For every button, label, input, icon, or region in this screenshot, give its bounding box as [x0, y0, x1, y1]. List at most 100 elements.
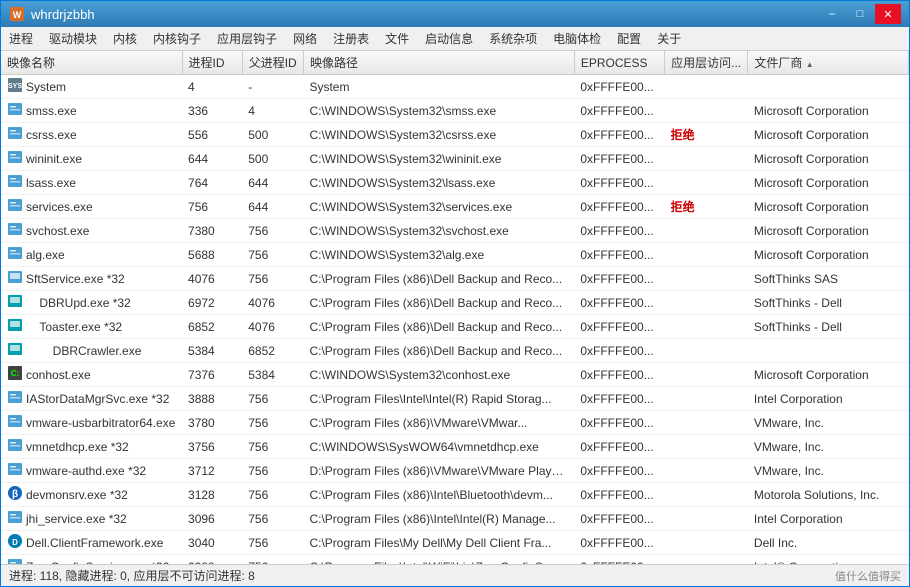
cell-pid: 3096: [182, 507, 242, 531]
process-name: vmware-usbarbitrator64.exe: [26, 416, 175, 430]
cell-ppid: 4076: [242, 291, 303, 315]
menu-item-6[interactable]: 注册表: [325, 27, 377, 50]
menu-item-10[interactable]: 电脑体检: [545, 27, 609, 50]
menu-item-11[interactable]: 配置: [609, 27, 649, 50]
table-row[interactable]: svchost.exe 7380 756 C:\WINDOWS\System32…: [1, 219, 909, 243]
cell-pid: 7380: [182, 219, 242, 243]
cell-pid: 4076: [182, 267, 242, 291]
table-row[interactable]: services.exe 756 644 C:\WINDOWS\System32…: [1, 195, 909, 219]
process-name: alg.exe: [26, 248, 65, 262]
process-icon: [7, 509, 23, 528]
table-row[interactable]: smss.exe 336 4 C:\WINDOWS\System32\smss.…: [1, 99, 909, 123]
menu-item-5[interactable]: 网络: [285, 27, 325, 50]
table-row[interactable]: β devmonsrv.exe *32 3128 756 C:\Program …: [1, 483, 909, 507]
table-row[interactable]: ZeroConfigService.exe *32 2988 756 C:\Pr…: [1, 555, 909, 565]
process-icon: SYS: [7, 77, 23, 96]
menu-item-12[interactable]: 关于: [649, 27, 689, 50]
cell-name: alg.exe: [1, 243, 182, 267]
cell-eprocess: 0xFFFFE00...: [574, 219, 664, 243]
cell-ppid: 756: [242, 219, 303, 243]
cell-name: vmware-usbarbitrator64.exe: [1, 411, 182, 435]
process-name: DBRCrawler.exe: [26, 344, 141, 358]
cell-name: vmnetdhcp.exe *32: [1, 435, 182, 459]
cell-eprocess: 0xFFFFE00...: [574, 507, 664, 531]
cell-ppid: 4076: [242, 315, 303, 339]
cell-ppid: 756: [242, 411, 303, 435]
table-row[interactable]: C: conhost.exe 7376 5384 C:\WINDOWS\Syst…: [1, 363, 909, 387]
table-row[interactable]: SftService.exe *32 4076 756 C:\Program F…: [1, 267, 909, 291]
table-header-row: 映像名称 进程ID 父进程ID 映像路径 EPROCESS 应用层访问... 文…: [1, 51, 909, 75]
cell-vendor: Motorola Solutions, Inc.: [748, 483, 909, 507]
menu-item-8[interactable]: 启动信息: [417, 27, 481, 50]
process-icon: [7, 197, 23, 216]
col-header-pid[interactable]: 进程ID: [182, 51, 242, 75]
cell-eprocess: 0xFFFFE00...: [574, 171, 664, 195]
process-name: services.exe: [26, 200, 93, 214]
col-header-vendor[interactable]: 文件厂商 ▲: [748, 51, 909, 75]
col-header-access[interactable]: 应用层访问...: [665, 51, 748, 75]
table-row[interactable]: vmware-authd.exe *32 3712 756 D:\Program…: [1, 459, 909, 483]
cell-ppid: 6852: [242, 339, 303, 363]
table-row[interactable]: jhi_service.exe *32 3096 756 C:\Program …: [1, 507, 909, 531]
cell-pid: 5384: [182, 339, 242, 363]
process-name: csrss.exe: [26, 128, 77, 142]
table-row[interactable]: vmware-usbarbitrator64.exe 3780 756 C:\P…: [1, 411, 909, 435]
table-row[interactable]: DBRCrawler.exe 5384 6852 C:\Program File…: [1, 339, 909, 363]
cell-path: C:\WINDOWS\System32\conhost.exe: [303, 363, 574, 387]
cell-access: [665, 363, 748, 387]
table-row[interactable]: wininit.exe 644 500 C:\WINDOWS\System32\…: [1, 147, 909, 171]
col-header-path[interactable]: 映像路径: [303, 51, 574, 75]
process-name: IAStorDataMgrSvc.exe *32: [26, 392, 169, 406]
table-row[interactable]: Toaster.exe *32 6852 4076 C:\Program Fil…: [1, 315, 909, 339]
minimize-button[interactable]: –: [819, 4, 845, 24]
cell-vendor: SoftThinks - Dell: [748, 315, 909, 339]
table-row[interactable]: vmnetdhcp.exe *32 3756 756 C:\WINDOWS\Sy…: [1, 435, 909, 459]
col-header-ppid[interactable]: 父进程ID: [242, 51, 303, 75]
svg-text:SYS: SYS: [8, 83, 22, 90]
cell-name: csrss.exe: [1, 123, 182, 147]
process-icon: [7, 269, 23, 288]
cell-vendor: Microsoft Corporation: [748, 99, 909, 123]
cell-access: [665, 507, 748, 531]
cell-vendor: VMware, Inc.: [748, 411, 909, 435]
cell-path: System: [303, 75, 574, 99]
table-row[interactable]: SYS System 4 - System 0xFFFFE00...: [1, 75, 909, 99]
col-header-name[interactable]: 映像名称: [1, 51, 182, 75]
maximize-button[interactable]: □: [847, 4, 873, 24]
cell-ppid: 756: [242, 531, 303, 555]
table-row[interactable]: alg.exe 5688 756 C:\WINDOWS\System32\alg…: [1, 243, 909, 267]
cell-ppid: 756: [242, 387, 303, 411]
menu-item-0[interactable]: 进程: [1, 27, 41, 50]
table-row[interactable]: D Dell.ClientFramework.exe 3040 756 C:\P…: [1, 531, 909, 555]
cell-access: [665, 267, 748, 291]
process-table-container[interactable]: 映像名称 进程ID 父进程ID 映像路径 EPROCESS 应用层访问... 文…: [1, 51, 909, 564]
table-row[interactable]: IAStorDataMgrSvc.exe *32 3888 756 C:\Pro…: [1, 387, 909, 411]
cell-access: [665, 411, 748, 435]
menu-item-2[interactable]: 内核: [105, 27, 145, 50]
title-bar-left: W whrdrjzbbh: [9, 6, 95, 22]
cell-ppid: 756: [242, 243, 303, 267]
table-row[interactable]: DBRUpd.exe *32 6972 4076 C:\Program File…: [1, 291, 909, 315]
menu-item-9[interactable]: 系统杂项: [481, 27, 545, 50]
cell-name: svchost.exe: [1, 219, 182, 243]
menu-item-4[interactable]: 应用层钩子: [209, 27, 285, 50]
cell-eprocess: 0xFFFFE00...: [574, 387, 664, 411]
menu-item-7[interactable]: 文件: [377, 27, 417, 50]
cell-ppid: -: [242, 75, 303, 99]
col-header-eprocess[interactable]: EPROCESS: [574, 51, 664, 75]
cell-vendor: Microsoft Corporation: [748, 123, 909, 147]
cell-pid: 756: [182, 195, 242, 219]
cell-pid: 2988: [182, 555, 242, 565]
cell-path: C:\WINDOWS\System32\services.exe: [303, 195, 574, 219]
cell-path: C:\Program Files (x86)\Intel\Bluetooth\d…: [303, 483, 574, 507]
cell-pid: 3040: [182, 531, 242, 555]
menu-item-3[interactable]: 内核钩子: [145, 27, 209, 50]
cell-path: C:\Program Files (x86)\Intel\Intel(R) Ma…: [303, 507, 574, 531]
process-name: lsass.exe: [26, 176, 76, 190]
table-row[interactable]: csrss.exe 556 500 C:\WINDOWS\System32\cs…: [1, 123, 909, 147]
cell-path: C:\Program Files (x86)\Dell Backup and R…: [303, 267, 574, 291]
table-row[interactable]: lsass.exe 764 644 C:\WINDOWS\System32\ls…: [1, 171, 909, 195]
menu-item-1[interactable]: 驱动模块: [41, 27, 105, 50]
cell-pid: 644: [182, 147, 242, 171]
close-button[interactable]: ✕: [875, 4, 901, 24]
